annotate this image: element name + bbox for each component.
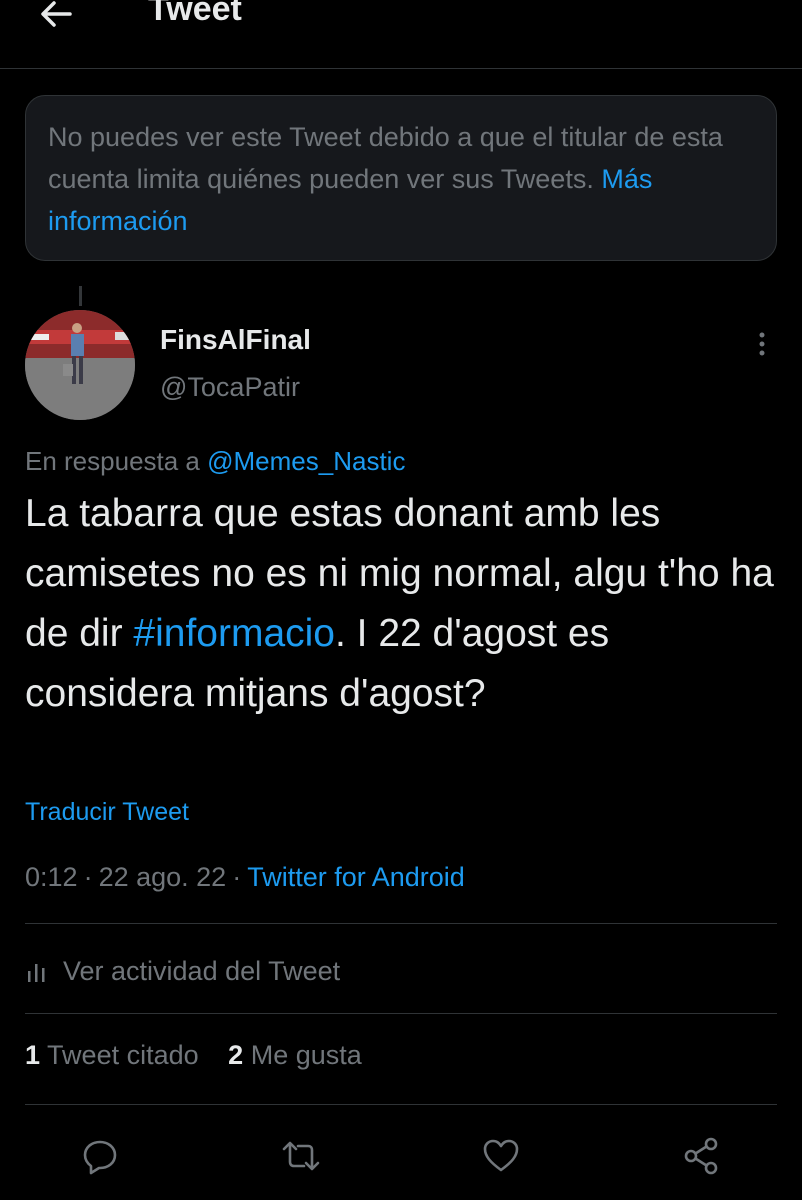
reply-button[interactable] <box>76 1132 124 1180</box>
avatar[interactable] <box>25 310 135 420</box>
quote-tweets-stat[interactable]: 1 Tweet citado <box>25 1040 199 1070</box>
display-name[interactable]: FinsAlFinal <box>160 324 311 356</box>
tweet-time[interactable]: 0:12 <box>25 862 78 892</box>
divider <box>25 1104 777 1105</box>
more-options-button[interactable] <box>748 330 776 360</box>
meta-separator: · <box>83 862 93 892</box>
likes-count: 2 <box>228 1040 244 1070</box>
divider <box>25 1013 777 1014</box>
reply-icon <box>83 1140 117 1175</box>
back-button[interactable] <box>36 0 84 38</box>
tweet-meta: 0:12 · 22 ago. 22 · Twitter for Android <box>25 862 465 893</box>
hashtag-link[interactable]: #informacio <box>133 612 335 655</box>
tweet-source[interactable]: Twitter for Android <box>247 862 465 892</box>
quote-label: Tweet citado <box>47 1040 199 1070</box>
like-icon <box>483 1139 519 1172</box>
more-vertical-icon <box>759 332 765 356</box>
tweet-date[interactable]: 22 ago. 22 <box>99 862 227 892</box>
translate-tweet-link[interactable]: Traducir Tweet <box>25 798 189 827</box>
tweet-text: La tabarra que estas donant amb les cami… <box>25 484 785 724</box>
reply-to-mention[interactable]: @Memes_Nastic <box>207 446 405 476</box>
user-handle[interactable]: @TocaPatir <box>160 372 300 403</box>
like-button[interactable] <box>477 1132 525 1180</box>
divider <box>25 923 777 924</box>
activity-label: Ver actividad del Tweet <box>63 955 341 986</box>
share-icon <box>684 1137 718 1175</box>
reply-context: En respuesta a @Memes_Nastic <box>25 446 405 477</box>
retweet-icon <box>282 1141 320 1171</box>
top-bar: Tweet <box>0 0 802 69</box>
thread-connector <box>79 286 82 306</box>
reply-prefix: En respuesta a <box>25 446 200 476</box>
avatar-image <box>25 310 135 420</box>
arrow-left-icon <box>41 1 72 27</box>
page-title: Tweet <box>148 0 242 28</box>
retweet-button[interactable] <box>277 1132 325 1180</box>
tweet-activity-button[interactable]: Ver actividad del Tweet <box>25 951 340 991</box>
analytics-icon <box>28 964 45 982</box>
protected-tweet-notice: No puedes ver este Tweet debido a que el… <box>25 95 777 261</box>
meta-separator: · <box>232 862 242 892</box>
likes-label: Me gusta <box>250 1040 362 1070</box>
likes-stat[interactable]: 2 Me gusta <box>228 1040 362 1070</box>
quote-count: 1 <box>25 1040 41 1070</box>
share-button[interactable] <box>677 1132 725 1180</box>
tweet-stats: 1 Tweet citado 2 Me gusta <box>25 1040 384 1071</box>
